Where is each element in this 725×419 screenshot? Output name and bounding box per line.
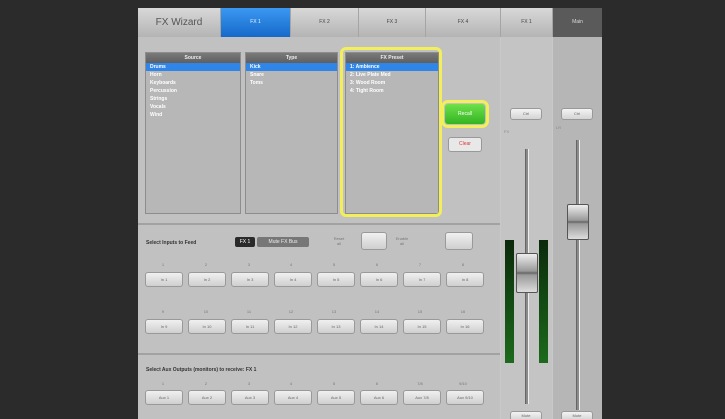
input-button-16[interactable]: In 16 — [446, 319, 484, 334]
source-list-header: Source — [146, 53, 240, 63]
main-strip-ctrl-button[interactable]: Ctrl — [561, 108, 593, 120]
tab-bar: FX Wizard FX 1 FX 2 FX 3 FX 4 FX 1 Main — [138, 8, 602, 37]
main-fader-track — [576, 140, 580, 410]
aux-button-7-8[interactable]: Aux 7/8 — [403, 390, 441, 405]
tab-fx-1[interactable]: FX 1 — [221, 8, 291, 37]
input-button-7[interactable]: In 7 — [403, 272, 441, 287]
enable-all-label: Enable all — [395, 236, 409, 246]
tab-fx-3[interactable]: FX 3 — [359, 8, 426, 37]
input-number-5: 5 — [332, 262, 336, 267]
input-button-4[interactable]: In 4 — [274, 272, 312, 287]
input-button-3[interactable]: In 3 — [231, 272, 269, 287]
fx-fader-knob[interactable] — [516, 253, 538, 294]
input-number-15: 15 — [417, 309, 423, 314]
source-item-keyboards[interactable]: Keyboards — [146, 79, 240, 87]
clear-button[interactable]: Clear — [448, 137, 482, 152]
fx-wizard-window: FX Wizard FX 1 FX 2 FX 3 FX 4 FX 1 Main … — [138, 8, 602, 419]
input-button-11[interactable]: In 11 — [231, 319, 269, 334]
aux-button-2[interactable]: Aux 2 — [188, 390, 226, 405]
fx-strip-name: FX — [504, 129, 510, 134]
input-button-14[interactable]: In 14 — [360, 319, 398, 334]
tab-fx-strip[interactable]: FX 1 — [501, 8, 553, 37]
input-button-13[interactable]: In 13 — [317, 319, 355, 334]
input-button-10[interactable]: In 10 — [188, 319, 226, 334]
reset-all-button[interactable] — [361, 232, 387, 250]
type-list-header: Type — [246, 53, 337, 63]
recall-button[interactable]: Recall — [441, 100, 489, 128]
input-button-6[interactable]: In 6 — [360, 272, 398, 287]
input-number-16: 16 — [460, 309, 466, 314]
input-number-13: 13 — [331, 309, 337, 314]
input-button-9[interactable]: In 9 — [145, 319, 183, 334]
type-item-toms[interactable]: Toms — [246, 79, 337, 87]
input-number-8: 8 — [461, 262, 465, 267]
main-channel-strip: Ctrl LR Mute — [553, 37, 602, 419]
input-number-4: 4 — [289, 262, 293, 267]
input-number-6: 6 — [375, 262, 379, 267]
aux-button-4[interactable]: Aux 4 — [274, 390, 312, 405]
mute-fx-bus-button[interactable]: Mute FX Bus — [257, 237, 309, 247]
source-item-drums[interactable]: Drums — [146, 63, 240, 71]
source-item-wind[interactable]: Wind — [146, 111, 240, 119]
section-divider-2 — [138, 353, 500, 355]
input-button-5[interactable]: In 5 — [317, 272, 355, 287]
fx-channel-strip: Ctrl FX Mute — [501, 37, 552, 419]
tab-main[interactable]: Main — [553, 8, 602, 37]
input-number-2: 2 — [204, 262, 208, 267]
input-number-11: 11 — [246, 309, 252, 314]
aux-number-5: 5 — [332, 381, 336, 386]
section-divider-1 — [138, 223, 500, 225]
aux-button-1[interactable]: Aux 1 — [145, 390, 183, 405]
tab-fx-2[interactable]: FX 2 — [291, 8, 359, 37]
aux-number-7-8: 7/8 — [417, 381, 423, 386]
input-number-12: 12 — [288, 309, 294, 314]
input-number-9: 9 — [161, 309, 165, 314]
enable-all-button[interactable] — [445, 232, 473, 250]
source-item-horn[interactable]: Horn — [146, 71, 240, 79]
type-list: Type Kick Snare Toms — [245, 52, 338, 214]
fx-strip-ctrl-button[interactable]: Ctrl — [510, 108, 542, 120]
fx-wizard-panel: Source Drums Horn Keyboards Percussion S… — [138, 37, 500, 419]
input-number-1: 1 — [161, 262, 165, 267]
type-item-kick[interactable]: Kick — [246, 63, 337, 71]
input-number-3: 3 — [247, 262, 251, 267]
input-button-15[interactable]: In 15 — [403, 319, 441, 334]
main-strip-name: LR — [556, 125, 562, 130]
inputs-section-label: Select Inputs to Feed — [146, 240, 197, 246]
reset-all-label: Reset all — [333, 236, 345, 246]
fx-select-button[interactable]: FX 1 — [235, 237, 255, 247]
source-item-strings[interactable]: Strings — [146, 95, 240, 103]
main-strip-mute-button[interactable]: Mute — [561, 411, 593, 419]
tab-fx-4[interactable]: FX 4 — [426, 8, 501, 37]
input-number-14: 14 — [374, 309, 380, 314]
aux-button-9-10[interactable]: Aux 9/10 — [446, 390, 484, 405]
fx-level-meter-left — [505, 240, 514, 363]
aux-section-label: Select Aux Outputs (monitors) to receive… — [146, 367, 257, 373]
input-button-2[interactable]: In 2 — [188, 272, 226, 287]
main-fader-knob[interactable] — [567, 203, 589, 240]
aux-number-2: 2 — [204, 381, 208, 386]
source-item-percussion[interactable]: Percussion — [146, 87, 240, 95]
aux-number-4: 4 — [289, 381, 293, 386]
aux-number-6: 6 — [375, 381, 379, 386]
type-item-snare[interactable]: Snare — [246, 71, 337, 79]
input-number-7: 7 — [418, 262, 422, 267]
aux-button-6[interactable]: Aux 6 — [360, 390, 398, 405]
aux-button-3[interactable]: Aux 3 — [231, 390, 269, 405]
aux-number-3: 3 — [247, 381, 251, 386]
input-button-1[interactable]: In 1 — [145, 272, 183, 287]
input-button-8[interactable]: In 8 — [446, 272, 484, 287]
source-item-vocals[interactable]: Vocals — [146, 103, 240, 111]
tab-fx-wizard[interactable]: FX Wizard — [138, 8, 221, 37]
aux-number-9-10: 9/10 — [459, 381, 467, 386]
input-number-10: 10 — [203, 309, 209, 314]
input-button-12[interactable]: In 12 — [274, 319, 312, 334]
fx-strip-mute-button[interactable]: Mute — [510, 411, 542, 419]
fx-level-meter-right — [539, 240, 548, 363]
aux-number-1: 1 — [161, 381, 165, 386]
aux-button-5[interactable]: Aux 5 — [317, 390, 355, 405]
source-list: Source Drums Horn Keyboards Percussion S… — [145, 52, 241, 214]
preset-highlight-outline — [340, 47, 442, 217]
